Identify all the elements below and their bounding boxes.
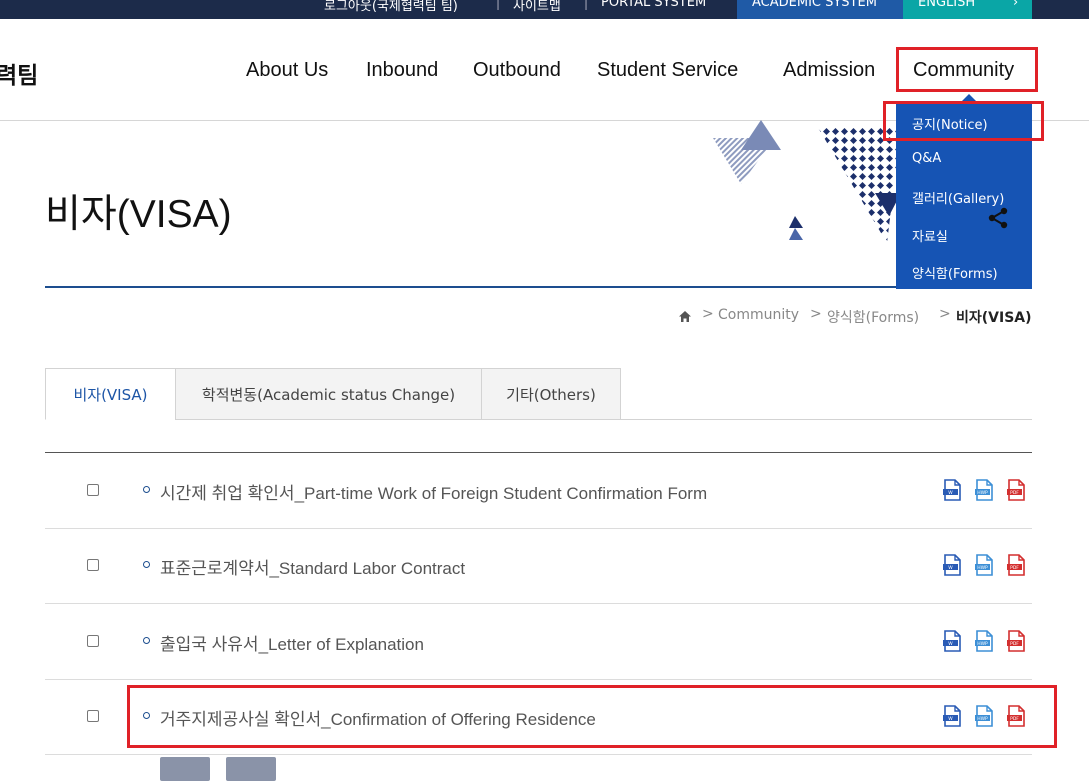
- svg-text:W: W: [948, 565, 953, 571]
- row-divider: [45, 603, 1032, 604]
- row-divider: [45, 678, 1032, 680]
- submenu-archive[interactable]: 자료실: [912, 226, 948, 245]
- svg-text:PDF: PDF: [1010, 716, 1019, 722]
- row-checkbox[interactable]: [87, 483, 99, 496]
- pdf-file-icon[interactable]: PDF: [1007, 554, 1026, 577]
- chevron-right-icon: >: [810, 306, 822, 322]
- decorative-pattern-graphic: [713, 120, 901, 243]
- bullet-icon: [143, 636, 150, 644]
- word-file-icon[interactable]: W: [943, 629, 962, 652]
- share-icon[interactable]: [987, 207, 1009, 229]
- pdf-file-icon[interactable]: PDF: [1007, 478, 1026, 501]
- chevron-right-icon: >: [702, 306, 714, 322]
- svg-text:W: W: [948, 716, 953, 722]
- sitemap-link[interactable]: 사이트맵: [513, 0, 561, 14]
- english-button[interactable]: ENGLISH ›: [903, 0, 1032, 19]
- separator: |: [584, 0, 589, 10]
- nav-admission[interactable]: Admission: [783, 59, 875, 82]
- portal-system-link[interactable]: PORTAL SYSTEM: [601, 0, 706, 10]
- breadcrumb-forms[interactable]: 양식함(Forms): [827, 307, 919, 327]
- svg-text:W: W: [948, 641, 953, 647]
- academic-system-label: ACADEMIC SYSTEM: [752, 0, 877, 10]
- nav-about-us[interactable]: About Us: [246, 59, 328, 82]
- logout-link[interactable]: 로그아웃(국제협력팀 팀): [324, 0, 458, 14]
- chevron-right-icon: ›: [1013, 0, 1019, 10]
- chevron-right-icon: >: [939, 306, 951, 322]
- submenu-forms[interactable]: 양식함(Forms): [912, 263, 998, 282]
- row-divider: [45, 527, 1032, 529]
- submenu-gallery[interactable]: 갤러리(Gallery): [912, 188, 1004, 207]
- home-icon[interactable]: [678, 310, 692, 323]
- row-checkbox[interactable]: [87, 634, 99, 647]
- top-utility-bar: 로그아웃(국제협력팀 팀) | 사이트맵 | PORTAL SYSTEM ACA…: [0, 0, 1089, 19]
- hwp-file-icon[interactable]: HWP: [975, 478, 994, 501]
- svg-text:HWP: HWP: [977, 716, 988, 722]
- pdf-file-icon[interactable]: PDF: [1007, 705, 1026, 728]
- community-submenu: 공지(Notice) Q&A 갤러리(Gallery) 자료실 양식함(Form…: [896, 94, 1032, 289]
- nav-student-service[interactable]: Student Service: [597, 59, 738, 82]
- separator: |: [496, 0, 501, 10]
- breadcrumb-current: 비자(VISA): [956, 310, 1032, 326]
- word-file-icon[interactable]: W: [943, 705, 962, 728]
- pdf-file-icon[interactable]: PDF: [1007, 629, 1026, 652]
- breadcrumb-community[interactable]: Community: [718, 307, 799, 323]
- svg-text:HWP: HWP: [977, 565, 988, 571]
- title-underline: [45, 286, 1032, 288]
- submenu-notice[interactable]: 공지(Notice): [912, 114, 988, 133]
- list-top-border: [45, 452, 1032, 453]
- form-title[interactable]: 표준근로계약서_Standard Labor Contract: [160, 554, 465, 579]
- row-checkbox[interactable]: [87, 559, 99, 572]
- svg-text:PDF: PDF: [1010, 641, 1019, 647]
- svg-text:HWP: HWP: [977, 490, 988, 496]
- nav-community[interactable]: Community: [913, 59, 1014, 82]
- tab-baseline: [620, 419, 1032, 420]
- word-file-icon[interactable]: W: [943, 554, 962, 577]
- action-button[interactable]: [160, 757, 210, 781]
- bullet-icon: [143, 485, 150, 493]
- svg-text:W: W: [948, 490, 953, 496]
- english-label: ENGLISH: [918, 0, 976, 10]
- submenu-qna[interactable]: Q&A: [912, 151, 941, 166]
- row-divider: [45, 754, 1032, 755]
- word-file-icon[interactable]: W: [943, 478, 962, 501]
- tab-visa[interactable]: 비자(VISA): [45, 368, 176, 420]
- nav-outbound[interactable]: Outbound: [473, 59, 561, 82]
- action-button[interactable]: [226, 757, 276, 781]
- nav-inbound[interactable]: Inbound: [366, 59, 438, 82]
- svg-text:PDF: PDF: [1010, 490, 1019, 496]
- bullet-icon: [143, 561, 150, 569]
- bullet-icon: [143, 712, 150, 720]
- svg-text:HWP: HWP: [977, 641, 988, 647]
- row-checkbox[interactable]: [87, 710, 99, 723]
- form-title[interactable]: 거주지제공사실 확인서_Confirmation of Offering Res…: [160, 705, 596, 730]
- site-logo[interactable]: 력팀: [0, 56, 38, 90]
- hwp-file-icon[interactable]: HWP: [975, 554, 994, 577]
- hwp-file-icon[interactable]: HWP: [975, 629, 994, 652]
- form-title[interactable]: 시간제 취업 확인서_Part-time Work of Foreign Stu…: [160, 479, 707, 504]
- tab-academic-status-change[interactable]: 학적변동(Academic status Change): [175, 368, 482, 420]
- hwp-file-icon[interactable]: HWP: [975, 705, 994, 728]
- page-title: 비자(VISA): [45, 193, 232, 236]
- svg-text:PDF: PDF: [1010, 565, 1019, 571]
- submenu-caret: [960, 94, 978, 103]
- tab-others[interactable]: 기타(Others): [481, 368, 621, 420]
- academic-system-button[interactable]: ACADEMIC SYSTEM: [737, 0, 903, 19]
- form-title[interactable]: 출입국 사유서_Letter of Explanation: [160, 630, 424, 655]
